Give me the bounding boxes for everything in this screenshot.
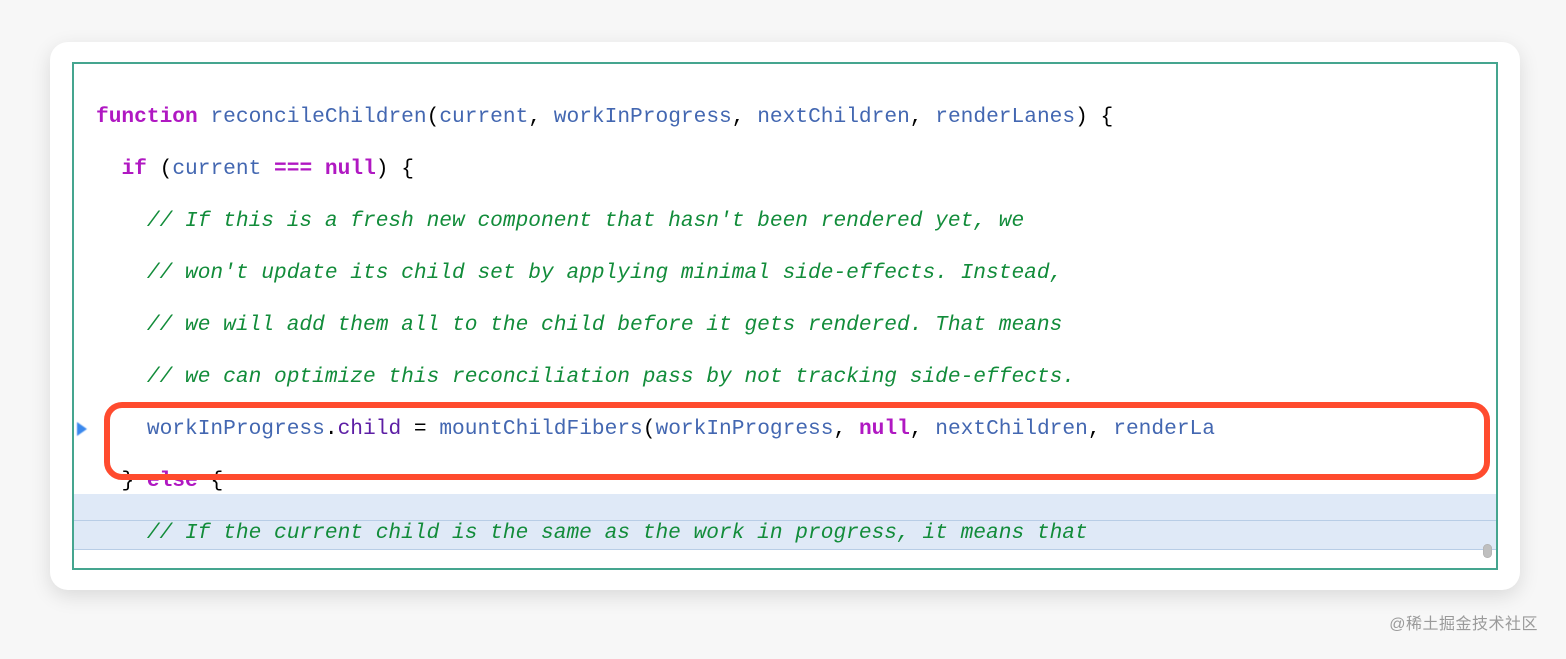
code-block: function reconcileChildren(current, work…: [74, 64, 1496, 570]
code-line: // we will add them all to the child bef…: [96, 312, 1496, 338]
code-line: // If this is a fresh new component that…: [96, 208, 1496, 234]
code-line: // If the current child is the same as t…: [96, 520, 1496, 546]
card-frame: function reconcileChildren(current, work…: [50, 42, 1520, 590]
code-line: function reconcileChildren(current, work…: [96, 104, 1496, 130]
watermark-text: @稀土掘金技术社区: [1389, 610, 1538, 634]
code-line: // we can optimize this reconciliation p…: [96, 364, 1496, 390]
code-line: // won't update its child set by applyin…: [96, 260, 1496, 286]
scrollbar-thumb[interactable]: [1483, 544, 1492, 558]
breakpoint-marker-icon[interactable]: [77, 422, 87, 436]
code-frame: function reconcileChildren(current, work…: [72, 62, 1498, 570]
code-line: } else {: [96, 468, 1496, 494]
code-line: workInProgress.child = mountChildFibers(…: [96, 416, 1496, 442]
code-line: if (current === null) {: [96, 156, 1496, 182]
